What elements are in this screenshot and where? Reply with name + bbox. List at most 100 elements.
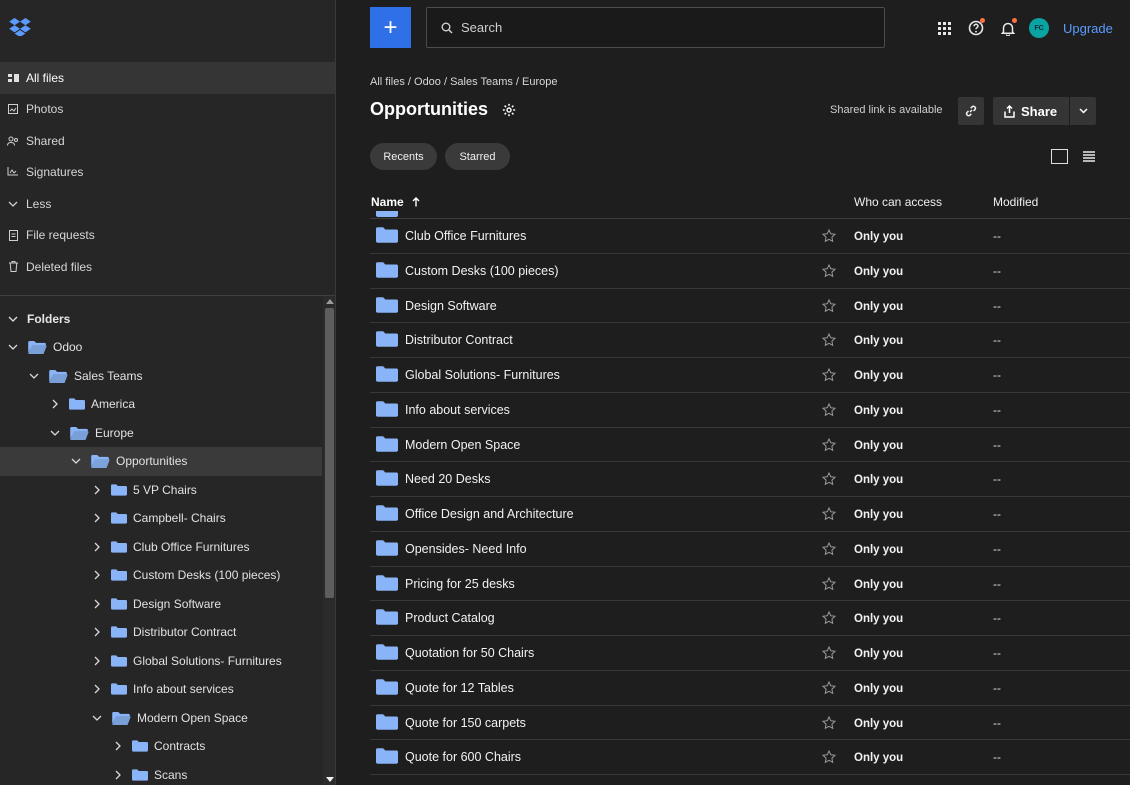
chevron-down-icon[interactable] <box>7 341 19 353</box>
file-name[interactable]: Need 20 Desks <box>405 472 490 486</box>
star-icon[interactable] <box>821 298 837 313</box>
tree-folder-row[interactable]: Club Office Furnitures <box>0 533 322 562</box>
star-icon[interactable] <box>821 402 837 417</box>
chevron-right-icon[interactable] <box>112 769 124 781</box>
search-input[interactable]: Search <box>426 7 885 48</box>
chevron-right-icon[interactable] <box>49 398 61 410</box>
table-row[interactable]: Opensides- Need Info Only you -- <box>370 532 1130 567</box>
tree-folder-row[interactable]: America <box>0 390 322 419</box>
breadcrumb[interactable]: All files / Odoo / Sales Teams / Europe <box>370 76 558 88</box>
scrollbar-thumb[interactable] <box>325 308 334 598</box>
tree-folder-row[interactable]: Info about services <box>0 675 322 704</box>
star-icon[interactable] <box>821 472 837 486</box>
upgrade-link[interactable]: Upgrade <box>1063 21 1113 36</box>
tree-folder-row[interactable]: Campbell- Chairs <box>0 504 322 533</box>
column-who-can-access-header[interactable]: Who can access <box>854 195 942 209</box>
chevron-right-icon[interactable] <box>91 683 103 695</box>
star-icon[interactable] <box>821 506 837 521</box>
star-icon[interactable] <box>821 437 837 452</box>
grid-view-icon[interactable] <box>1051 149 1068 164</box>
star-icon[interactable] <box>821 263 837 278</box>
table-row[interactable]: Need 20 Desks Only you -- <box>370 462 1130 497</box>
chevron-right-icon[interactable] <box>91 569 103 581</box>
chevron-right-icon[interactable] <box>91 512 103 524</box>
file-name[interactable]: Modern Open Space <box>405 438 520 452</box>
folders-heading[interactable]: Folders <box>0 305 322 333</box>
chevron-right-icon[interactable] <box>91 598 103 610</box>
column-name-header[interactable]: Name <box>371 195 420 209</box>
star-icon[interactable] <box>821 680 837 695</box>
table-row[interactable]: Distributor Contract Only you -- <box>370 323 1130 358</box>
star-icon[interactable] <box>821 750 837 764</box>
filter-recents[interactable]: Recents <box>370 143 437 170</box>
list-view-icon[interactable] <box>1083 151 1095 162</box>
tree-folder-row[interactable]: 5 VP Chairs <box>0 476 322 505</box>
file-name[interactable]: Custom Desks (100 pieces) <box>405 264 559 278</box>
tree-folder-row[interactable]: Opportunities <box>0 447 322 476</box>
chevron-right-icon[interactable] <box>112 740 124 752</box>
tree-folder-row[interactable]: Europe <box>0 419 322 448</box>
table-row[interactable]: Product Catalog Only you -- <box>370 601 1130 636</box>
star-icon[interactable] <box>821 228 837 243</box>
star-icon[interactable] <box>821 541 837 556</box>
nav-photos[interactable]: Photos <box>0 94 335 126</box>
tree-folder-row[interactable]: Global Solutions- Furnitures <box>0 647 322 676</box>
file-name[interactable]: Office Design and Architecture <box>405 507 574 521</box>
file-name[interactable]: Quote for 12 Tables <box>405 681 514 695</box>
star-icon[interactable] <box>821 645 837 660</box>
chevron-down-icon[interactable] <box>49 427 61 439</box>
nav-less[interactable]: Less <box>0 188 335 220</box>
share-dropdown-button[interactable] <box>1069 97 1096 125</box>
file-name[interactable]: Product Catalog <box>405 611 495 625</box>
star-icon[interactable] <box>821 367 837 382</box>
tree-folder-row[interactable]: Custom Desks (100 pieces) <box>0 561 322 590</box>
file-name[interactable]: Quote for 600 Chairs <box>405 750 521 764</box>
dropbox-logo[interactable] <box>9 18 31 36</box>
chevron-down-icon[interactable] <box>70 455 82 467</box>
share-button[interactable]: Share <box>993 97 1096 125</box>
chevron-right-icon[interactable] <box>91 541 103 553</box>
star-icon[interactable] <box>821 576 837 591</box>
table-row[interactable]: Modern Open Space Only you -- <box>370 428 1130 463</box>
table-row[interactable]: Quote for 600 Chairs Only you -- <box>370 740 1130 775</box>
filter-starred[interactable]: Starred <box>445 143 510 170</box>
table-row[interactable]: Info about services Only you -- <box>370 393 1130 428</box>
table-row[interactable]: Global Solutions- Furnitures Only you -- <box>370 358 1130 393</box>
tree-folder-row[interactable]: Design Software <box>0 590 322 619</box>
avatar[interactable]: FC <box>1029 18 1049 38</box>
file-name[interactable]: Club Office Furnitures <box>405 229 526 243</box>
apps-grid-icon[interactable] <box>933 17 955 39</box>
file-name[interactable]: Global Solutions- Furnitures <box>405 368 560 382</box>
tree-folder-row[interactable]: Contracts <box>0 732 322 761</box>
table-row[interactable]: Quote for 150 carpets Only you -- <box>370 706 1130 741</box>
table-row[interactable]: Custom Desks (100 pieces) Only you -- <box>370 254 1130 289</box>
file-name[interactable]: Pricing for 25 desks <box>405 577 515 591</box>
table-row[interactable]: Quotation for 50 Chairs Only you -- <box>370 636 1130 671</box>
tree-folder-row[interactable]: Odoo <box>0 333 322 362</box>
chevron-down-icon[interactable] <box>91 712 103 724</box>
column-modified-header[interactable]: Modified <box>993 195 1038 209</box>
scroll-down-arrow-icon[interactable] <box>326 777 334 782</box>
nav-shared[interactable]: Shared <box>0 125 335 157</box>
table-row[interactable]: Pricing for 25 desks Only you -- <box>370 567 1130 602</box>
chevron-right-icon[interactable] <box>91 626 103 638</box>
copy-link-button[interactable] <box>958 97 984 125</box>
nav-deleted-files[interactable]: Deleted files <box>0 251 335 283</box>
file-name[interactable]: Quotation for 50 Chairs <box>405 646 534 660</box>
share-button-main[interactable]: Share <box>993 97 1069 125</box>
new-button[interactable]: + <box>370 7 411 48</box>
table-row[interactable]: Design Software Only you -- <box>370 289 1130 324</box>
table-row[interactable]: Club Office Furnitures Only you -- <box>370 219 1130 254</box>
table-row[interactable]: Quote for 12 Tables Only you -- <box>370 671 1130 706</box>
file-name[interactable]: Distributor Contract <box>405 333 513 347</box>
tree-folder-row[interactable]: Sales Teams <box>0 362 322 391</box>
table-row[interactable]: Office Design and Architecture Only you -- <box>370 497 1130 532</box>
gear-icon[interactable] <box>502 103 516 117</box>
nav-all-files[interactable]: All files <box>0 62 335 94</box>
file-name[interactable]: Design Software <box>405 299 497 313</box>
file-name[interactable]: Info about services <box>405 403 510 417</box>
file-name[interactable]: Opensides- Need Info <box>405 542 527 556</box>
nav-file-requests[interactable]: File requests <box>0 220 335 252</box>
star-icon[interactable] <box>821 715 837 730</box>
sidebar-scrollbar[interactable] <box>323 296 335 785</box>
